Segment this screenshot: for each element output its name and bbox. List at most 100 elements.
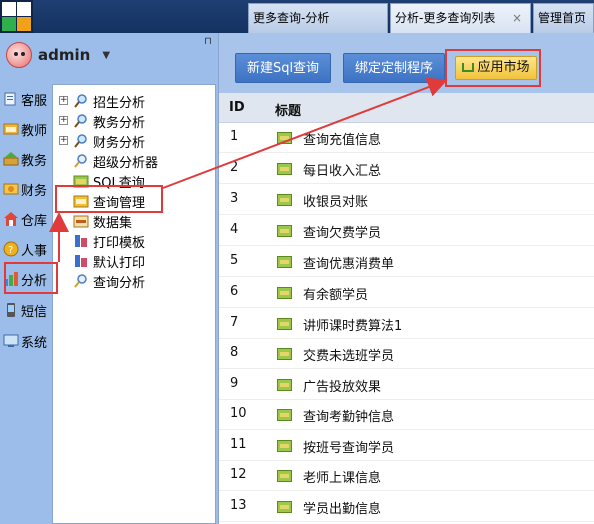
row-id: 7 <box>230 315 239 330</box>
nav-label: 短信 <box>21 304 48 320</box>
sql-icon <box>277 440 292 452</box>
magnifier-icon <box>74 114 87 128</box>
nav-item-service[interactable]: 客服 <box>0 86 52 112</box>
nav-item-sms[interactable]: 短信 <box>0 297 52 323</box>
table-row[interactable]: 5 查询优惠消费单 <box>219 247 594 277</box>
nav-item-system[interactable]: 系统 <box>0 328 52 354</box>
tab-admin-home[interactable]: 管理首页 <box>533 3 594 33</box>
highlight-box-query-management <box>55 185 163 213</box>
table-row[interactable]: 8 交费未选班学员 <box>219 339 594 369</box>
table-row[interactable]: 1 查询充值信息 <box>219 123 594 153</box>
sql-icon <box>277 163 292 175</box>
tree-label: 超级分析器 <box>93 156 159 171</box>
tree-item-academic-analysis[interactable]: + 教务分析 <box>53 111 215 131</box>
tab-label: 分析-更多查询列表 <box>395 11 496 25</box>
row-title[interactable]: 老师上课信息 <box>303 467 381 486</box>
main-content: 新建Sql查询 绑定定制程序 应用市场 ID 标题 1 查询充值信息 2 每日收入汇… <box>218 33 594 524</box>
nav-item-warehouse[interactable]: 仓库 <box>0 206 52 232</box>
row-title[interactable]: 查询优惠消费单 <box>303 253 394 272</box>
row-title[interactable]: 广告投放效果 <box>303 376 381 395</box>
avatar <box>6 42 32 68</box>
column-header-title[interactable]: 标题 <box>275 100 301 119</box>
column-header-id[interactable]: ID <box>229 100 245 115</box>
pin-icon[interactable]: ⊓ <box>204 36 212 47</box>
magnifier-icon <box>74 134 87 148</box>
highlight-box-analysis <box>4 262 58 294</box>
row-title[interactable]: 按班号查询学员 <box>303 437 394 456</box>
teacher-icon <box>3 123 19 135</box>
table-row[interactable]: 7 讲师课时费算法1 <box>219 309 594 339</box>
app-logo-icon[interactable] <box>0 0 33 33</box>
tree-item-query-analysis[interactable]: 查询分析 <box>53 271 215 291</box>
top-bar: 更多查询-分析 分析-更多查询列表 × 管理首页 <box>0 0 594 33</box>
close-icon[interactable]: × <box>512 4 522 32</box>
tab-analysis-query-list[interactable]: 分析-更多查询列表 × <box>390 3 531 33</box>
sms-icon <box>7 303 15 317</box>
row-title[interactable]: 每日收入汇总 <box>303 160 381 179</box>
tree-label: 教务分析 <box>93 116 146 131</box>
row-title[interactable]: 有余额学员 <box>303 284 368 303</box>
row-title[interactable]: 查询考勤钟信息 <box>303 406 394 425</box>
sql-icon <box>277 132 292 144</box>
row-title[interactable]: 查询充值信息 <box>303 129 381 148</box>
nav-item-finance[interactable]: 财务 <box>0 176 52 202</box>
username: admin <box>38 46 91 64</box>
row-title[interactable]: 收银员对账 <box>303 191 368 210</box>
nav-label: 系统 <box>21 335 48 351</box>
nav-label: 客服 <box>21 93 48 109</box>
magnifier-icon <box>74 274 87 288</box>
finance-icon <box>3 183 19 195</box>
new-sql-query-button[interactable]: 新建Sql查询 <box>235 53 331 83</box>
sql-icon <box>277 348 292 360</box>
tab-more-query-analysis[interactable]: 更多查询-分析 <box>248 3 388 33</box>
academic-icon <box>3 152 19 166</box>
nav-item-academic[interactable]: 教务 <box>0 146 52 172</box>
row-id: 8 <box>230 345 239 360</box>
nav-item-teacher[interactable]: 教师 <box>0 116 52 142</box>
chevron-down-icon[interactable]: ▼ <box>102 50 110 61</box>
tree-item-print-template[interactable]: 打印模板 <box>53 231 215 251</box>
table-row[interactable]: 13 学员出勤信息 <box>219 492 594 522</box>
tree-item-enrollment-analysis[interactable]: + 招生分析 <box>53 91 215 111</box>
bind-custom-program-button[interactable]: 绑定定制程序 <box>343 53 445 83</box>
highlight-box-app-market <box>445 49 541 87</box>
warehouse-icon <box>4 212 18 226</box>
sql-icon <box>277 470 292 482</box>
table-row[interactable]: 10 查询考勤钟信息 <box>219 400 594 430</box>
row-id: 13 <box>230 498 247 513</box>
user-menu[interactable]: admin ▼ <box>6 40 110 70</box>
tree-item-super-analyzer[interactable]: 超级分析器 <box>53 151 215 171</box>
row-title[interactable]: 学员出勤信息 <box>303 498 381 517</box>
sql-icon <box>277 225 292 237</box>
nav-label: 财务 <box>21 183 48 199</box>
tree-item-default-print[interactable]: 默认打印 <box>53 251 215 271</box>
table-row[interactable]: 12 老师上课信息 <box>219 461 594 491</box>
list-header: ID 标题 <box>219 93 594 123</box>
table-row[interactable]: 9 广告投放效果 <box>219 370 594 400</box>
row-id: 4 <box>230 222 239 237</box>
xml-icon <box>73 215 89 228</box>
nav-item-hr[interactable]: ? 人事 <box>0 236 52 262</box>
row-id: 9 <box>230 376 239 391</box>
tree-item-dataset[interactable]: 数据集 <box>53 211 215 231</box>
expand-icon[interactable]: + <box>59 96 68 105</box>
row-title[interactable]: 讲师课时费算法1 <box>303 315 402 334</box>
table-row[interactable]: 3 收银员对账 <box>219 185 594 215</box>
tree-item-finance-analysis[interactable]: + 财务分析 <box>53 131 215 151</box>
magnifier-icon <box>74 154 87 168</box>
expand-icon[interactable]: + <box>59 116 68 125</box>
nav-label: 教师 <box>21 123 48 139</box>
hr-icon: ? <box>3 241 19 257</box>
row-title[interactable]: 交费未选班学员 <box>303 345 394 364</box>
expand-icon[interactable]: + <box>59 136 68 145</box>
table-row[interactable]: 6 有余额学员 <box>219 278 594 308</box>
magnifier-icon <box>74 94 87 108</box>
row-title[interactable]: 查询欠费学员 <box>303 222 381 241</box>
sql-icon <box>277 256 292 268</box>
table-row[interactable]: 11 按班号查询学员 <box>219 431 594 461</box>
row-id: 2 <box>230 160 239 175</box>
table-row[interactable]: 4 查询欠费学员 <box>219 216 594 246</box>
table-row[interactable]: 2 每日收入汇总 <box>219 154 594 184</box>
nav-label: 教务 <box>21 153 48 169</box>
sql-icon <box>277 409 292 421</box>
